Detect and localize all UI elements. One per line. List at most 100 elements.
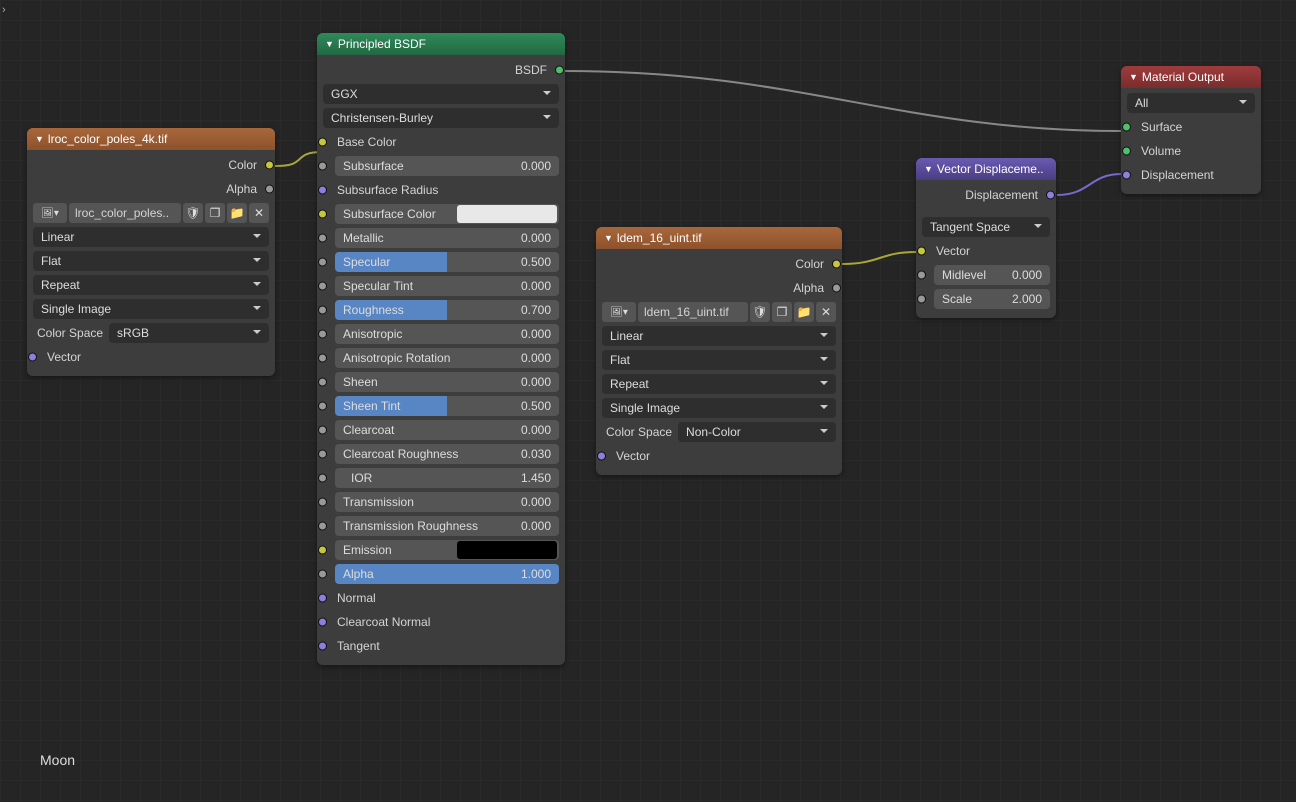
new-image-button[interactable]: ❐ [772, 302, 792, 322]
socket-basecolor[interactable] [318, 138, 327, 147]
open-image-button[interactable]: 📁 [227, 203, 247, 223]
socket-volume[interactable] [1122, 147, 1131, 156]
clearcoat-field[interactable]: Clearcoat0.000 [335, 420, 559, 440]
collapse-icon[interactable]: ▼ [325, 33, 334, 55]
source-select[interactable]: Single Image [602, 398, 836, 418]
node-image-texture-height[interactable]: ▼ ldem_16_uint.tif Color Alpha 🖼▾ ldem_1… [596, 227, 842, 475]
ccrough-field[interactable]: Clearcoat Roughness0.030 [335, 444, 559, 464]
collapse-icon[interactable]: ▼ [604, 227, 613, 249]
projection-select[interactable]: Flat [602, 350, 836, 370]
image-name-field[interactable]: lroc_color_poles.. [69, 203, 181, 223]
image-browse-button[interactable]: 🖼▾ [602, 302, 636, 322]
metallic-field[interactable]: Metallic0.000 [335, 228, 559, 248]
socket-bsdf-out[interactable] [555, 66, 564, 75]
socket-transmission[interactable] [318, 498, 327, 507]
unlink-image-button[interactable]: ✕ [816, 302, 836, 322]
socket-spectint[interactable] [318, 282, 327, 291]
alpha-field[interactable]: Alpha1.000 [335, 564, 559, 584]
socket-metallic[interactable] [318, 234, 327, 243]
node-header[interactable]: ▼ ldem_16_uint.tif [596, 227, 842, 249]
socket-sheen[interactable] [318, 378, 327, 387]
sheen-field[interactable]: Sheen0.000 [335, 372, 559, 392]
node-principled-bsdf[interactable]: ▼ Principled BSDF BSDF GGX Christensen-B… [317, 33, 565, 665]
socket-color-out[interactable] [832, 260, 841, 269]
sheentint-field[interactable]: Sheen Tint0.500 [335, 396, 559, 416]
fake-user-button[interactable]: 🛡 [183, 203, 203, 223]
collapse-icon[interactable]: ▼ [35, 128, 44, 150]
socket-vector-in[interactable] [917, 247, 926, 256]
socket-surface[interactable] [1122, 123, 1131, 132]
colorspace-select[interactable]: sRGB [109, 323, 269, 343]
distribution-select[interactable]: GGX [323, 84, 559, 104]
socket-vector-in[interactable] [597, 452, 606, 461]
socket-color-out[interactable] [265, 161, 274, 170]
open-image-button[interactable]: 📁 [794, 302, 814, 322]
collapse-icon[interactable]: ▼ [1129, 66, 1138, 88]
anisorot-field[interactable]: Anisotropic Rotation0.000 [335, 348, 559, 368]
node-vector-displacement[interactable]: ▼ Vector Displaceme.. Displacement Tange… [916, 158, 1056, 318]
socket-midlevel[interactable] [917, 271, 926, 280]
socket-displacement[interactable] [1122, 171, 1131, 180]
emission-field[interactable]: Emission [335, 540, 559, 560]
node-header[interactable]: ▼ lroc_color_poles_4k.tif [27, 128, 275, 150]
image-name-field[interactable]: ldem_16_uint.tif [638, 302, 748, 322]
socket-tangent[interactable] [318, 642, 327, 651]
node-image-texture-color[interactable]: ▼ lroc_color_poles_4k.tif Color Alpha 🖼▾… [27, 128, 275, 376]
output-disp-label: Displacement [965, 188, 1038, 202]
sss-method-select[interactable]: Christensen-Burley [323, 108, 559, 128]
midlevel-field[interactable]: Midlevel0.000 [934, 265, 1050, 285]
scale-field[interactable]: Scale2.000 [934, 289, 1050, 309]
socket-specular[interactable] [318, 258, 327, 267]
subsurface-field[interactable]: Subsurface0.000 [335, 156, 559, 176]
transmission-field[interactable]: Transmission0.000 [335, 492, 559, 512]
extension-select[interactable]: Repeat [602, 374, 836, 394]
node-header[interactable]: ▼ Vector Displaceme.. [916, 158, 1056, 180]
space-select[interactable]: Tangent Space [922, 217, 1050, 237]
aniso-field[interactable]: Anisotropic0.000 [335, 324, 559, 344]
image-browse-button[interactable]: 🖼▾ [33, 203, 67, 223]
socket-alpha-out[interactable] [832, 284, 841, 293]
socket-alpha[interactable] [318, 570, 327, 579]
socket-scale[interactable] [917, 295, 926, 304]
roughness-field[interactable]: Roughness0.700 [335, 300, 559, 320]
transrough-field[interactable]: Transmission Roughness0.000 [335, 516, 559, 536]
socket-vector-in[interactable] [28, 353, 37, 362]
interpolation-select[interactable]: Linear [602, 326, 836, 346]
panel-expand-icon[interactable]: › [2, 4, 6, 16]
spectint-field[interactable]: Specular Tint0.000 [335, 276, 559, 296]
socket-anisorot[interactable] [318, 354, 327, 363]
socket-disp-out[interactable] [1046, 191, 1055, 200]
target-select[interactable]: All [1127, 93, 1255, 113]
socket-clearcoat[interactable] [318, 426, 327, 435]
node-header[interactable]: ▼ Principled BSDF [317, 33, 565, 55]
unlink-image-button[interactable]: ✕ [249, 203, 269, 223]
socket-sheentint[interactable] [318, 402, 327, 411]
collapse-icon[interactable]: ▼ [924, 158, 933, 180]
socket-emission[interactable] [318, 546, 327, 555]
new-image-button[interactable]: ❐ [205, 203, 225, 223]
node-header[interactable]: ▼ Material Output [1121, 66, 1261, 88]
socket-ccnormal[interactable] [318, 618, 327, 627]
socket-roughness[interactable] [318, 306, 327, 315]
node-material-output[interactable]: ▼ Material Output All Surface Volume Dis… [1121, 66, 1261, 194]
socket-aniso[interactable] [318, 330, 327, 339]
socket-transrough[interactable] [318, 522, 327, 531]
socket-normal[interactable] [318, 594, 327, 603]
socket-sss-radius[interactable] [318, 186, 327, 195]
sss-color-field[interactable]: Subsurface Color [335, 204, 559, 224]
interpolation-select[interactable]: Linear [33, 227, 269, 247]
sss-color-swatch[interactable] [457, 205, 557, 223]
extension-select[interactable]: Repeat [33, 275, 269, 295]
socket-alpha-out[interactable] [265, 185, 274, 194]
socket-sss-color[interactable] [318, 210, 327, 219]
ior-field[interactable]: IOR1.450 [335, 468, 559, 488]
projection-select[interactable]: Flat [33, 251, 269, 271]
socket-ior[interactable] [318, 474, 327, 483]
fake-user-button[interactable]: 🛡 [750, 302, 770, 322]
source-select[interactable]: Single Image [33, 299, 269, 319]
emission-swatch[interactable] [457, 541, 557, 559]
socket-subsurface[interactable] [318, 162, 327, 171]
specular-field[interactable]: Specular0.500 [335, 252, 559, 272]
socket-ccrough[interactable] [318, 450, 327, 459]
colorspace-select[interactable]: Non-Color [678, 422, 836, 442]
